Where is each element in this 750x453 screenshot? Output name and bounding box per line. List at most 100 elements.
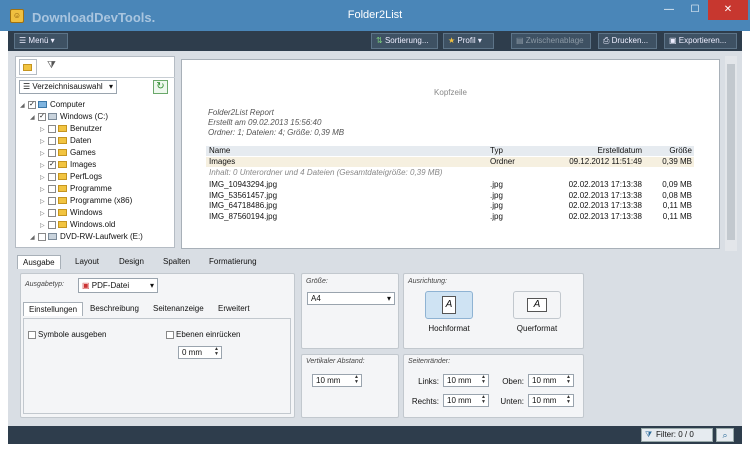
drive-icon xyxy=(48,233,57,241)
scrollbar-thumb[interactable] xyxy=(727,64,735,240)
search-icon[interactable]: ⌕ xyxy=(716,428,734,442)
tab-ausgabe[interactable]: Ausgabe xyxy=(17,255,61,269)
refresh-icon[interactable]: ↻ xyxy=(153,80,168,94)
export-button[interactable]: ▣ Exportieren... xyxy=(664,33,737,49)
size-select[interactable]: A4 ▾ xyxy=(307,292,395,305)
spin-icon[interactable]: ▲ ▼ xyxy=(481,395,486,405)
symbols-checkbox[interactable] xyxy=(28,330,36,339)
output-type-value: PDF-Datei xyxy=(91,281,130,290)
minimize-icon[interactable]: — xyxy=(656,0,682,20)
tree-item[interactable]: ▷ Daten xyxy=(40,135,91,147)
tree-checkbox[interactable] xyxy=(38,232,46,241)
tree-item[interactable]: ▷ Benutzer xyxy=(40,123,102,135)
file-row-name: IMG_10943294.jpg xyxy=(209,180,278,189)
pdf-icon: ▣ xyxy=(82,281,92,290)
tree-checkbox[interactable] xyxy=(48,124,56,133)
tree-item[interactable]: ▷ ✓ Images xyxy=(40,159,96,171)
folder-icon xyxy=(58,149,67,157)
folder-icon xyxy=(58,125,67,133)
page-header: Kopfzeile xyxy=(434,88,467,97)
col-date-header: Erstelldatum xyxy=(597,146,642,155)
tab-layout[interactable]: Layout xyxy=(70,255,104,269)
chevron-down-icon: ▾ xyxy=(477,36,482,45)
tab-formatierung[interactable]: Formatierung xyxy=(204,255,262,269)
sort-button[interactable]: ⇅ Sortierung... xyxy=(371,33,438,49)
margin-right-stepper[interactable]: 10 mm ▲ ▼ xyxy=(443,394,489,407)
folder-icon xyxy=(58,185,67,193)
expand-arrow-icon[interactable]: ◢ xyxy=(30,112,38,124)
clipboard-button[interactable]: ▤ Zwischenablage xyxy=(511,33,591,49)
folder-tab-icon[interactable] xyxy=(19,59,37,75)
spin-icon[interactable]: ▲ ▼ xyxy=(566,395,571,405)
tree-checkbox[interactable] xyxy=(48,196,56,205)
expand-arrow-icon[interactable]: ◢ xyxy=(20,100,28,112)
file-row-date: 02.02.2013 17:13:38 xyxy=(568,201,642,210)
file-row-type: .jpg xyxy=(490,201,503,210)
symbols-option[interactable]: Symbole ausgeben xyxy=(28,330,107,339)
star-icon: ★ xyxy=(448,36,458,45)
tree-checkbox[interactable] xyxy=(48,184,56,193)
divider xyxy=(15,77,175,78)
tree-checkbox[interactable]: ✓ xyxy=(38,112,46,121)
maximize-icon[interactable]: ☐ xyxy=(682,0,708,20)
tab-design[interactable]: Design xyxy=(114,255,149,269)
margin-top-stepper[interactable]: 10 mm ▲ ▼ xyxy=(528,374,574,387)
expand-arrow-icon[interactable]: ◢ xyxy=(30,232,38,244)
spin-icon[interactable]: ▲ ▼ xyxy=(566,375,571,385)
output-type-select[interactable]: ▣ PDF-Datei ▾ xyxy=(78,278,158,293)
tree-item[interactable]: ▷ Windows xyxy=(40,207,102,219)
folder-row-name: Images xyxy=(209,157,236,166)
drive-icon xyxy=(48,113,57,121)
subtab-einstellungen[interactable]: Einstellungen xyxy=(23,302,84,316)
margin-top-value: 10 mm xyxy=(532,376,557,385)
margin-left-stepper[interactable]: 10 mm ▲ ▼ xyxy=(443,374,489,387)
col-name-header: Name xyxy=(209,146,231,155)
spin-icon[interactable]: ▲ ▼ xyxy=(354,375,359,385)
tree-checkbox[interactable]: ✓ xyxy=(28,100,36,109)
file-row-size: 0,08 MB xyxy=(662,190,692,200)
filter-status-label: Filter: 0 / 0 xyxy=(656,430,694,439)
close-icon[interactable]: ✕ xyxy=(708,0,748,20)
subtab-erweitert[interactable]: Erweitert xyxy=(213,302,255,316)
directory-select[interactable]: ☰ Verzeichnisauswahl ▾ xyxy=(19,80,117,94)
tree-item[interactable]: ▷ Games xyxy=(40,147,96,159)
indent-option[interactable]: Ebenen einrücken xyxy=(166,330,241,339)
tree-checkbox[interactable] xyxy=(48,172,56,181)
tree-item-label: Daten xyxy=(70,136,92,145)
filter-tab-icon[interactable]: ⧩ xyxy=(47,60,56,71)
spin-icon[interactable]: ▲ ▼ xyxy=(214,347,219,357)
tree-item[interactable]: ▷ PerfLogs xyxy=(40,171,102,183)
sort-label: Sortierung... xyxy=(384,36,429,45)
folder-icon xyxy=(58,197,67,205)
filter-status[interactable]: ⧩ Filter: 0 / 0 xyxy=(641,428,713,442)
print-button[interactable]: ⎙ Drucken... xyxy=(598,33,657,49)
portrait-page-icon: A xyxy=(442,296,456,314)
tree-checkbox[interactable]: ✓ xyxy=(48,160,56,169)
margin-bottom-stepper[interactable]: 10 mm ▲ ▼ xyxy=(528,394,574,407)
tree-item[interactable]: ◢ ✓ Windows (C:) xyxy=(30,111,108,123)
margin-bottom-label: Unten: xyxy=(500,397,524,406)
orientation-label: Ausrichtung: xyxy=(408,278,447,285)
menu-button[interactable]: ☰ Menü ▾ xyxy=(14,33,68,49)
tree-item[interactable]: ▷ Programme (x86) xyxy=(40,195,132,207)
tree-checkbox[interactable] xyxy=(48,136,56,145)
folder-icon xyxy=(58,173,67,181)
col-size-header: Größe xyxy=(669,146,692,155)
tree-item[interactable]: ▷ Programme xyxy=(40,183,112,195)
tree-item[interactable]: ◢ DVD-RW-Laufwerk (E:) xyxy=(30,231,143,243)
vspace-stepper[interactable]: 10 mm ▲ ▼ xyxy=(312,374,362,387)
profile-button[interactable]: ★ Profil ▾ xyxy=(443,33,494,49)
spin-icon[interactable]: ▲ ▼ xyxy=(481,375,486,385)
tree-checkbox[interactable] xyxy=(48,148,56,157)
tree-item[interactable]: ◢ ✓ Computer xyxy=(20,99,85,111)
indent-stepper[interactable]: 0 mm ▲ ▼ xyxy=(178,346,222,359)
report-created: Erstellt am 09.02.2013 15:56:40 xyxy=(208,118,322,127)
subtab-beschreibung[interactable]: Beschreibung xyxy=(85,302,144,316)
directory-select-label: Verzeichnisauswahl xyxy=(32,82,103,91)
tree-checkbox[interactable] xyxy=(48,220,56,229)
tree-item[interactable]: ▷ Windows.old xyxy=(40,219,115,231)
indent-checkbox[interactable] xyxy=(166,330,174,339)
tree-checkbox[interactable] xyxy=(48,208,56,217)
subtab-seitenanzeige[interactable]: Seitenanzeige xyxy=(148,302,209,316)
tab-spalten[interactable]: Spalten xyxy=(158,255,195,269)
